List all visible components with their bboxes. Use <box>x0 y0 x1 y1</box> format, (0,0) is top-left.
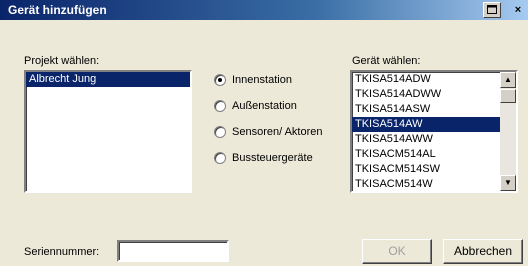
window-title: Gerät hinzufügen <box>8 3 107 17</box>
ok-button[interactable]: OK <box>362 239 432 264</box>
radio-label: Innenstation <box>232 74 292 86</box>
close-icon[interactable]: × <box>509 2 527 18</box>
device-list-item[interactable]: TKISA514AW <box>352 117 500 132</box>
device-list[interactable]: TKISA514ADW TKISA514ADWW TKISA514ASW TKISA5… <box>350 70 518 193</box>
title-bar: Gerät hinzufügen × <box>0 0 528 20</box>
radio-label: Außenstation <box>232 100 297 112</box>
project-list-item[interactable]: Albrecht Jung <box>26 72 190 87</box>
device-list-item[interactable]: TKISA514ADW <box>352 72 500 87</box>
cancel-button[interactable]: Abbrechen <box>443 239 523 264</box>
device-list-item[interactable]: TKISA514ASW <box>352 102 500 117</box>
radio-button[interactable] <box>214 100 226 112</box>
scroll-up-icon[interactable]: ▲ <box>500 72 516 88</box>
project-label: Projekt wählen: <box>24 55 100 67</box>
project-list[interactable]: Albrecht Jung <box>24 70 192 193</box>
radio-button[interactable] <box>214 152 226 164</box>
device-list-item[interactable]: TKISA514ADWW <box>352 87 500 102</box>
scroll-down-icon[interactable]: ▼ <box>500 175 516 191</box>
serial-label: Seriennummer: <box>24 246 100 258</box>
radio-label: Bussteuergeräte <box>232 152 313 164</box>
device-list-item[interactable]: TKISACM514SW <box>352 162 500 177</box>
radio-button[interactable] <box>214 74 226 86</box>
device-list-item[interactable]: TKISA514AWW <box>352 132 500 147</box>
scroll-thumb[interactable] <box>500 89 516 103</box>
add-device-dialog: Gerät hinzufügen × Projekt wählen: Albre… <box>0 0 528 266</box>
device-list-item[interactable]: TKISACM514W <box>352 177 500 192</box>
window-icon[interactable] <box>483 2 501 18</box>
device-list-scrollbar[interactable]: ▲ ▼ <box>500 72 516 191</box>
device-list-item[interactable]: TKISACM514AL <box>352 147 500 162</box>
radio-label: Sensoren/ Aktoren <box>232 126 323 138</box>
radio-button[interactable] <box>214 126 226 138</box>
device-label: Gerät wählen: <box>352 55 421 67</box>
serial-number-input[interactable] <box>117 240 229 262</box>
